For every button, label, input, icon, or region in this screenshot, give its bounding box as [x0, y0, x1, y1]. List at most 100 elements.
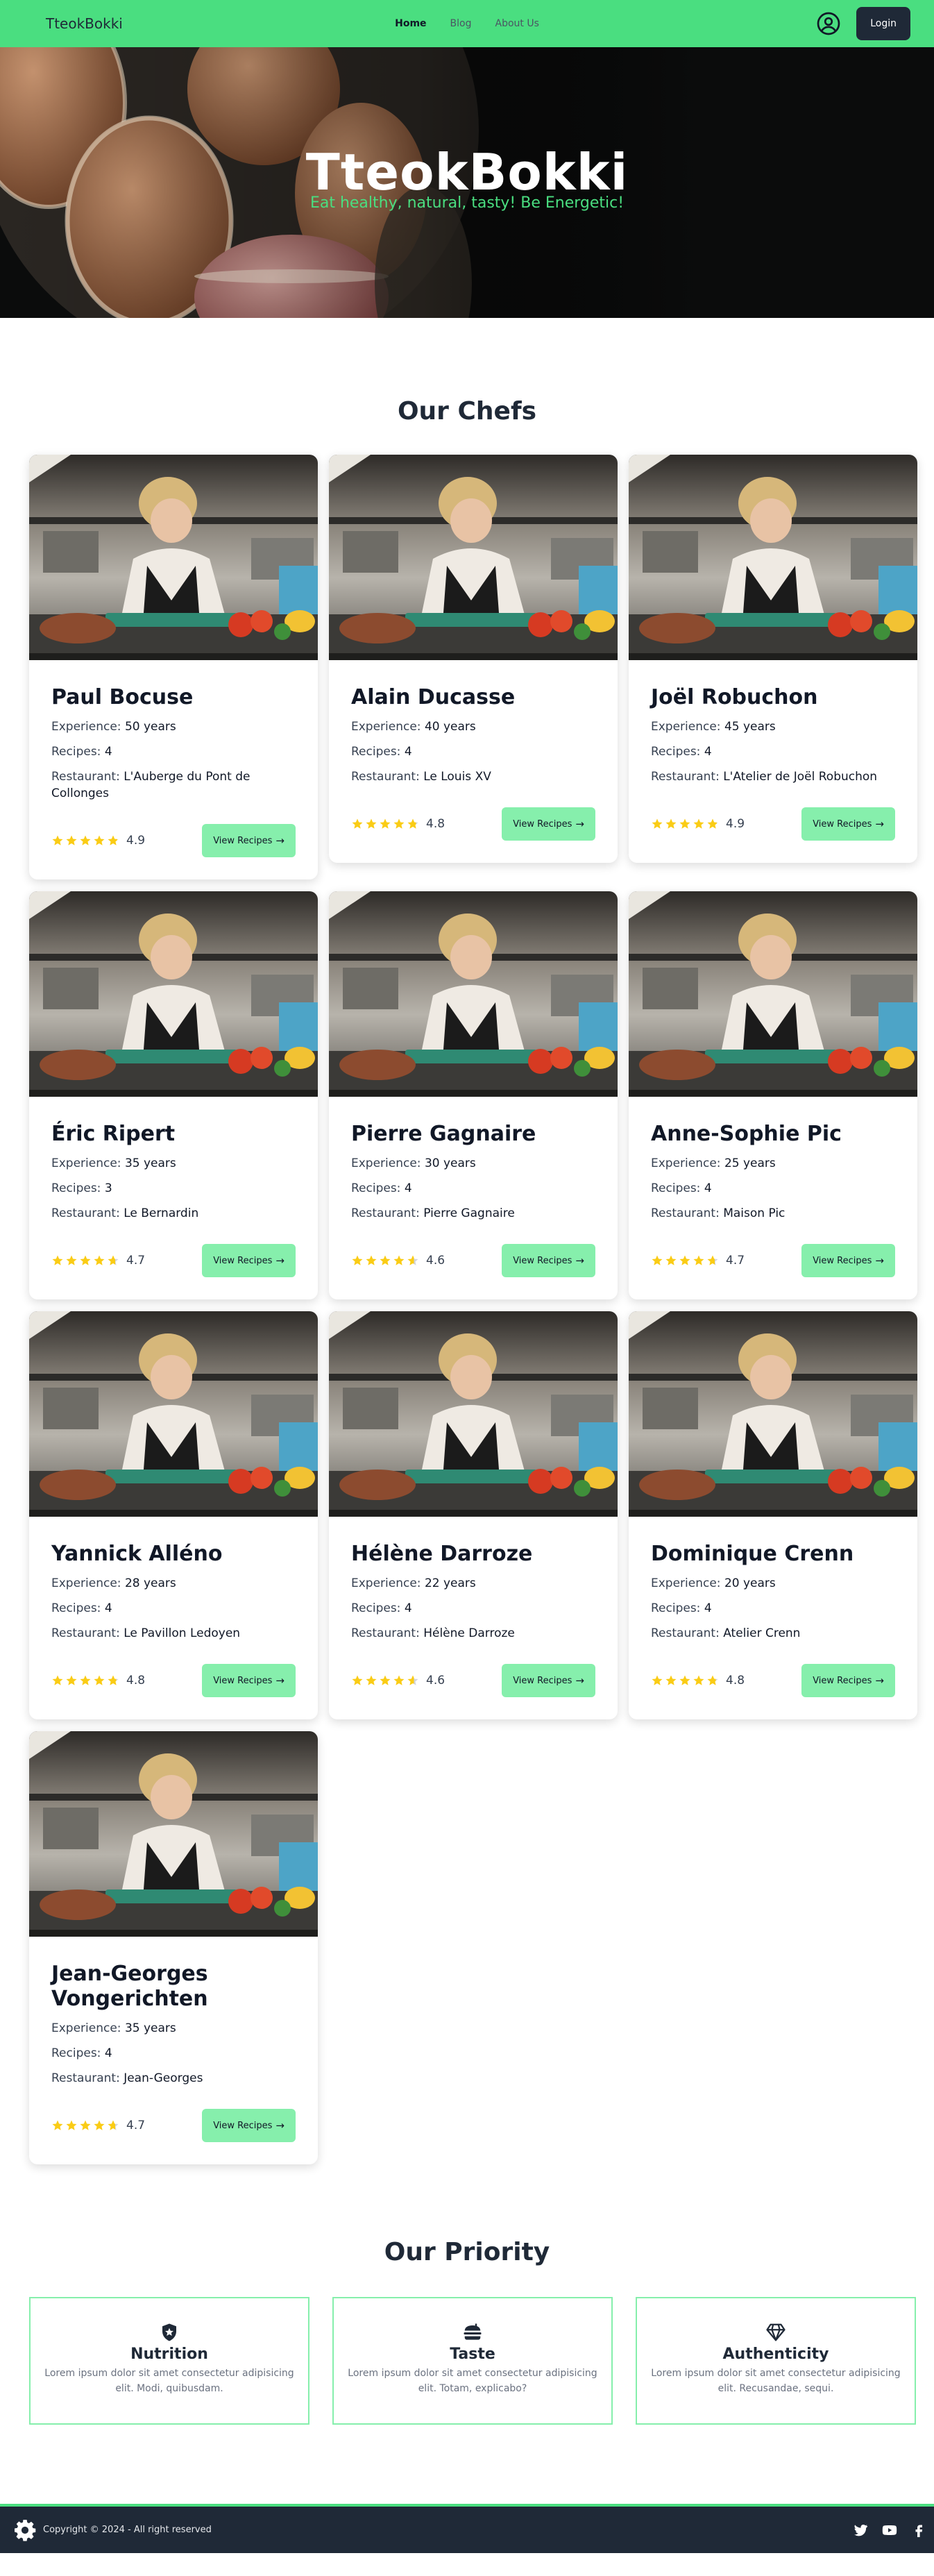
- view-recipes-button[interactable]: View Recipes →: [801, 1664, 895, 1697]
- restaurant-label: Restaurant:: [351, 1206, 420, 1220]
- star-icon: [52, 2120, 63, 2130]
- youtube-icon[interactable]: [881, 2522, 898, 2539]
- view-recipes-label: View Recipes: [513, 1675, 572, 1686]
- chef-name: Joël Robuchon: [651, 685, 818, 709]
- chef-recipes: Recipes: 4: [651, 743, 895, 760]
- star-icon: [80, 1675, 91, 1685]
- restaurant-label: Restaurant:: [651, 1626, 720, 1640]
- view-recipes-button[interactable]: View Recipes →: [202, 2109, 296, 2142]
- view-recipes-label: View Recipes: [213, 1255, 273, 1266]
- rating-stars: [51, 834, 119, 847]
- view-recipes-label: View Recipes: [813, 1675, 872, 1686]
- arrow-right-icon: →: [875, 1674, 884, 1687]
- chef-card: Éric Ripert Experience: 35 years Recipes…: [29, 891, 318, 1299]
- view-recipes-button[interactable]: View Recipes →: [202, 1244, 296, 1277]
- priority-text: Lorem ipsum dolor sit amet consectetur a…: [348, 2368, 597, 2394]
- hero-banner: TteokBokki Eat healthy, natural, tasty! …: [0, 47, 934, 318]
- brand-logo-text[interactable]: TteokBokki: [46, 15, 123, 32]
- chef-restaurant: Restaurant: Pierre Gagnaire: [351, 1205, 595, 1222]
- restaurant-value: L'Atelier de Joël Robuchon: [723, 770, 878, 784]
- chef-restaurant: Restaurant: Le Pavillon Ledoyen: [51, 1625, 296, 1642]
- star-icon: [52, 1255, 63, 1265]
- recipes-label: Recipes:: [651, 745, 701, 759]
- chef-recipes: Recipes: 4: [651, 1600, 895, 1617]
- chef-card-footer: 4.9 View Recipes →: [51, 824, 296, 857]
- view-recipes-button[interactable]: View Recipes →: [202, 824, 296, 857]
- arrow-right-icon: →: [275, 2119, 285, 2132]
- view-recipes-button[interactable]: View Recipes →: [502, 1244, 595, 1277]
- priority-title: Taste: [450, 2346, 495, 2363]
- nav-link-blog[interactable]: Blog: [450, 18, 472, 29]
- restaurant-value: Le Bernardin: [124, 1206, 199, 1220]
- chef-photo: [329, 891, 618, 1097]
- recipes-value: 4: [404, 1181, 412, 1195]
- twitter-icon[interactable]: [852, 2522, 869, 2539]
- login-button[interactable]: Login: [856, 7, 910, 40]
- chef-card-footer: 4.7 View Recipes →: [51, 1244, 296, 1277]
- arrow-right-icon: →: [275, 834, 285, 847]
- view-recipes-button[interactable]: View Recipes →: [202, 1664, 296, 1697]
- priority-card-authenticity: Authenticity Lorem ipsum dolor sit amet …: [636, 2297, 916, 2425]
- view-recipes-button[interactable]: View Recipes →: [801, 807, 895, 841]
- chef-photo: [629, 455, 917, 660]
- star-icon: [679, 818, 690, 829]
- restaurant-value: Maison Pic: [723, 1206, 786, 1220]
- chef-card-footer: 4.9 View Recipes →: [651, 807, 895, 841]
- experience-label: Experience:: [651, 1576, 721, 1590]
- chef-name: Anne-Sophie Pic: [651, 1122, 842, 1146]
- experience-value: 35 years: [124, 1156, 176, 1170]
- rating-stars: [651, 818, 719, 830]
- view-recipes-button[interactable]: View Recipes →: [502, 807, 595, 841]
- facebook-icon[interactable]: [910, 2522, 927, 2539]
- nav-links: Home Blog About Us: [395, 18, 539, 29]
- star-icon: [366, 818, 377, 829]
- recipes-label: Recipes:: [351, 1181, 401, 1195]
- chef-card-body: Pierre Gagnaire Experience: 30 years Rec…: [329, 1097, 618, 1299]
- chef-grid: Paul Bocuse Experience: 50 years Recipes…: [29, 455, 934, 2164]
- star-icon: [652, 1675, 663, 1685]
- rating-stars: [651, 1254, 719, 1267]
- user-circle-icon[interactable]: [816, 11, 841, 36]
- recipes-label: Recipes:: [51, 1181, 101, 1195]
- chef-photo: [629, 1311, 917, 1517]
- nav-link-about-us[interactable]: About Us: [495, 18, 538, 29]
- experience-label: Experience:: [351, 720, 421, 734]
- chef-card-body: Éric Ripert Experience: 35 years Recipes…: [29, 1097, 318, 1299]
- chef-name: Paul Bocuse: [51, 685, 194, 709]
- star-icon: [380, 1675, 391, 1685]
- rating-value: 4.7: [126, 1254, 146, 1268]
- chef-card-footer: 4.6 View Recipes →: [351, 1244, 595, 1277]
- rating: 4.8: [351, 817, 445, 831]
- view-recipes-label: View Recipes: [813, 1255, 872, 1266]
- restaurant-value: Hélène Darroze: [423, 1626, 515, 1640]
- restaurant-label: Restaurant:: [51, 1626, 120, 1640]
- star-icon: [352, 818, 363, 829]
- rating: 4.7: [51, 1254, 145, 1268]
- view-recipes-button[interactable]: View Recipes →: [502, 1664, 595, 1697]
- star-icon: [393, 1255, 405, 1265]
- star-icon: [66, 1675, 77, 1685]
- rating-stars: [351, 1674, 419, 1687]
- experience-value: 28 years: [124, 1576, 176, 1590]
- rating: 4.7: [651, 1254, 745, 1268]
- star-icon: [380, 1255, 391, 1265]
- view-recipes-label: View Recipes: [213, 2120, 273, 2131]
- chef-restaurant: Restaurant: Maison Pic: [651, 1205, 895, 1222]
- experience-value: 50 years: [124, 720, 176, 734]
- view-recipes-button[interactable]: View Recipes →: [801, 1244, 895, 1277]
- star-icon: [679, 1675, 690, 1685]
- rating: 4.7: [51, 2119, 145, 2132]
- experience-label: Experience:: [51, 1576, 121, 1590]
- star-icon: [693, 1675, 704, 1685]
- chef-card-footer: 4.8 View Recipes →: [651, 1664, 895, 1697]
- chef-card-footer: 4.8 View Recipes →: [51, 1664, 296, 1697]
- chef-photo: [629, 891, 917, 1097]
- chef-experience: Experience: 40 years: [351, 718, 595, 735]
- priority-title: Nutrition: [130, 2346, 208, 2363]
- rating-stars: [51, 1254, 119, 1267]
- star-icon: [66, 1255, 77, 1265]
- star-icon: [665, 1675, 677, 1685]
- rating-value: 4.6: [426, 1254, 445, 1268]
- arrow-right-icon: →: [875, 1254, 884, 1267]
- nav-link-home[interactable]: Home: [395, 18, 426, 29]
